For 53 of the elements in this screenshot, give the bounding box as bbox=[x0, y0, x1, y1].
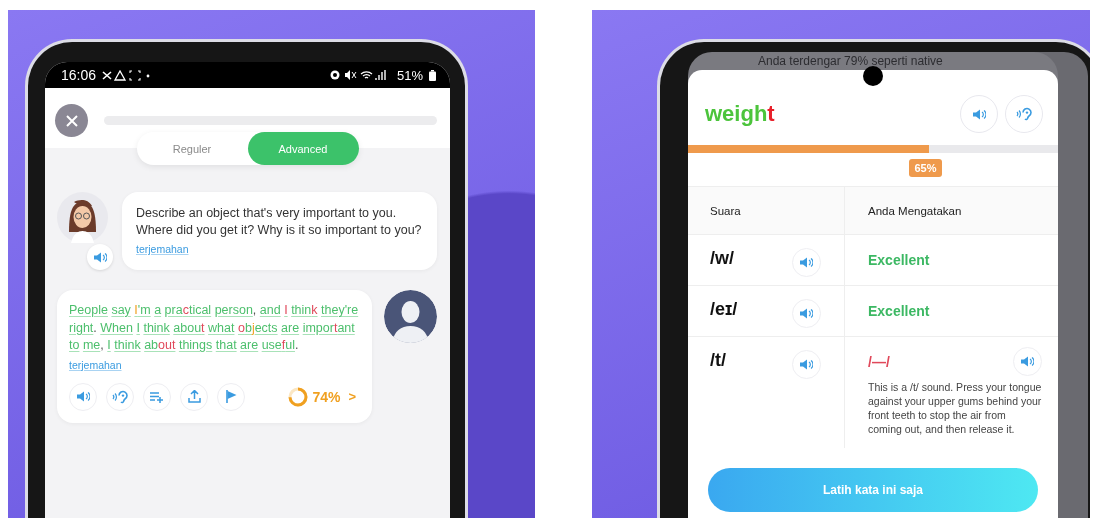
word-title: weight bbox=[705, 101, 775, 127]
speaker-icon bbox=[93, 251, 107, 263]
score-button[interactable]: 74% > bbox=[288, 386, 362, 407]
speaker-icon bbox=[1021, 356, 1034, 367]
flag-icon bbox=[225, 390, 237, 403]
translate-link[interactable]: terjemahan bbox=[136, 243, 189, 255]
report-button[interactable] bbox=[217, 382, 245, 411]
speaker-icon bbox=[800, 359, 813, 370]
camera-icon bbox=[863, 66, 883, 86]
speaker-icon bbox=[76, 391, 90, 402]
share-button[interactable] bbox=[180, 382, 208, 411]
score-ring bbox=[288, 386, 309, 407]
speaker-icon bbox=[800, 257, 813, 268]
play-sound-button[interactable] bbox=[792, 299, 821, 328]
status-time: 16:06 bbox=[61, 67, 97, 83]
progress-percent: 65% bbox=[909, 159, 942, 177]
tutor-avatar-drawing bbox=[57, 192, 108, 243]
column-header: Anda Mengatakan bbox=[868, 204, 962, 217]
pronunciation-tip: This is a /t/ sound. Press your tongue against your upper gums behind your front teeth to stop the air from coming out, and then release it. bbox=[868, 380, 1042, 436]
ear-icon bbox=[1016, 107, 1032, 121]
close-icon bbox=[64, 113, 79, 128]
translate-link[interactable]: terjemahan bbox=[69, 358, 122, 371]
banner-text: Anda terdengar 79% seperti native bbox=[758, 54, 943, 68]
phoneme: /w/ bbox=[710, 248, 735, 269]
transcript-text: People say I'm a practical person, and I think they're right. When I think about what objects are important to me, I think about things that are useful. bbox=[69, 302, 360, 354]
play-sound-button[interactable] bbox=[1013, 347, 1042, 376]
listen-button[interactable] bbox=[106, 382, 134, 411]
battery-icon bbox=[429, 69, 436, 81]
result-text: Excellent bbox=[868, 252, 930, 268]
play-sound-button[interactable] bbox=[792, 350, 821, 379]
close-button[interactable] bbox=[55, 104, 88, 137]
prompt-text: Describe an object that's very important to you. Where did you get it? Why is it so important to you? bbox=[136, 205, 423, 239]
list-add-icon bbox=[150, 390, 164, 403]
speaker-icon bbox=[972, 108, 986, 120]
phoneme: /t/ bbox=[710, 350, 727, 371]
practice-button[interactable]: Latih kata ini saja bbox=[708, 468, 1038, 512]
play-audio-button[interactable] bbox=[87, 244, 113, 270]
column-header: Suara bbox=[710, 204, 741, 217]
upload-icon bbox=[187, 390, 201, 403]
add-to-list-button[interactable] bbox=[143, 382, 171, 411]
result-text: /—/ bbox=[868, 353, 890, 370]
listen-button[interactable] bbox=[1005, 95, 1043, 133]
user-avatar-icon bbox=[384, 290, 437, 343]
phoneme: /eɪ/ bbox=[710, 299, 739, 320]
battery-percent: 51% bbox=[396, 67, 423, 83]
play-button[interactable] bbox=[69, 382, 97, 411]
mode-tab[interactable]: Reguler bbox=[136, 132, 248, 165]
ear-icon bbox=[112, 389, 128, 404]
speaker-icon bbox=[800, 308, 813, 319]
play-sound-button[interactable] bbox=[792, 248, 821, 277]
result-text: Excellent bbox=[868, 303, 930, 319]
mode-tab[interactable]: Advanced bbox=[247, 132, 359, 165]
play-button[interactable] bbox=[960, 95, 998, 133]
